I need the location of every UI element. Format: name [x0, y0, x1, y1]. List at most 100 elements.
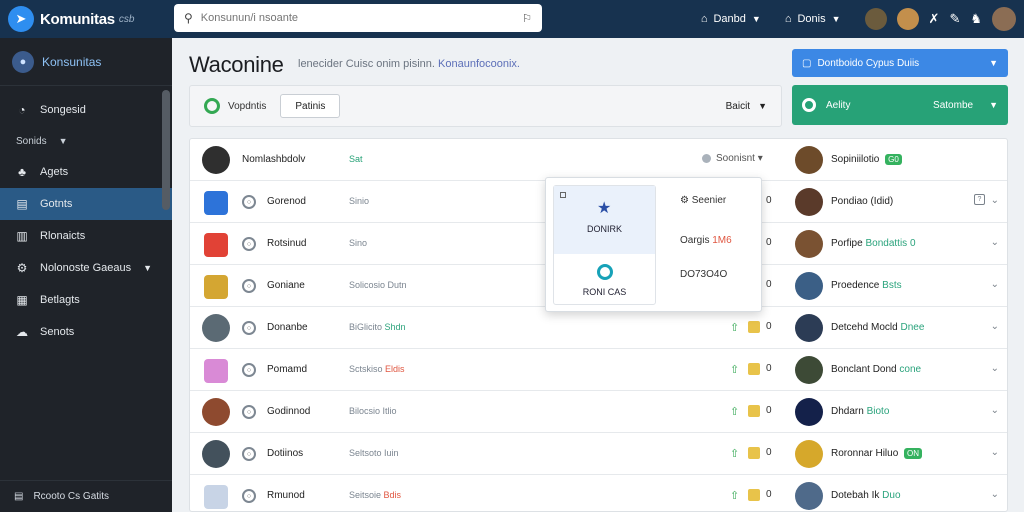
sidebar-item-songesid[interactable]: ◔ Songesid	[0, 94, 172, 126]
sidebar-item-betlagts[interactable]: ▦ Betlagts	[0, 284, 172, 316]
sort-dropdown[interactable]: Soonisnt ▾	[702, 153, 763, 164]
circle-icon: ○	[242, 321, 256, 335]
pin-icon[interactable]: ⚐	[522, 12, 532, 25]
row-name: Gorenod	[267, 196, 306, 207]
avatar	[795, 440, 823, 468]
row-status: Sinio	[349, 196, 369, 206]
sidebar-item-nolonoste[interactable]: ⚙ Nolonoste Gaeaus ▼	[0, 252, 172, 284]
caret-down-icon: ▼	[758, 101, 767, 111]
topnav-donis[interactable]: ⌂ Donis ▼	[785, 13, 841, 25]
search-input[interactable]	[200, 12, 523, 24]
table-icon: ▤	[14, 491, 24, 502]
row-owner-tag: Dnee	[900, 322, 925, 333]
status-ring-icon	[204, 98, 220, 114]
filter-button[interactable]: Patinis	[280, 94, 341, 118]
chevron-down-icon[interactable]: ⌄	[991, 237, 999, 248]
circle-icon: ○	[242, 405, 256, 419]
filter-dropdown[interactable]: Baicit ▼	[726, 101, 767, 112]
table-row[interactable]: ○ Dotiinos Seltsoto Iuin ⇧ 0 Roronnar Hiluo O…	[190, 433, 1007, 475]
sidebar-item-gotnts[interactable]: ▤ Gotnts	[0, 188, 172, 220]
popover-card[interactable]: ★ DONIRK RONI CAS	[553, 185, 656, 305]
table-row[interactable]: ○ Godinnod Bilocsio Itlio ⇧ 0 Dhdarn Bioto ⌄	[190, 391, 1007, 433]
row-owner: Pondiao (Idid)	[831, 196, 893, 207]
topnav-dashboard[interactable]: ⌂ Danbd ▼	[701, 13, 761, 25]
badge-icon	[748, 363, 760, 375]
caret-down-icon: ▼	[751, 14, 761, 24]
sidebar-item-label: Nolonoste Gaeaus	[40, 262, 132, 274]
table-row[interactable]: ○ Pomamd Sctskiso Eldis ⇧ 0 Bonclant Dond con…	[190, 349, 1007, 391]
row-owner: Dhdarn Bioto	[831, 406, 889, 417]
row-status-value: Itlio	[382, 406, 397, 416]
row-status: Bilocsio Itlio	[349, 406, 397, 416]
table-row[interactable]: ○ Rmunod Seitsoie Bdis ⇧ 0 Dotebah Ik Duo ⌄	[190, 475, 1007, 511]
avatar	[795, 356, 823, 384]
app-icon	[204, 191, 228, 215]
popover-option[interactable]: DO73O4O	[680, 269, 727, 280]
popover-card-top[interactable]: ★ DONIRK	[554, 186, 655, 254]
avatar	[795, 314, 823, 342]
user-avatar[interactable]	[992, 7, 1016, 31]
popover-menu: ★ DONIRK RONI CAS ⚙ Seenier Oargis 1M6 D…	[545, 177, 762, 312]
popover-option-label: Seenier	[691, 195, 727, 206]
sidebar-section-header[interactable]: Sonids ▼	[0, 126, 172, 156]
row-owner-name: Pondiao (Idid)	[831, 196, 894, 207]
row-tag: ON	[904, 448, 923, 459]
circle-icon: ○	[242, 237, 256, 251]
sidebar-brand[interactable]: ● Konsunitas	[0, 38, 172, 86]
tools-icon[interactable]: ✗	[929, 11, 940, 27]
chevron-down-icon[interactable]: ⌄	[991, 447, 999, 458]
activity-button[interactable]: Aelity Satombe ▼	[792, 85, 1008, 125]
bell-icon[interactable]: ♞	[970, 11, 982, 27]
chevron-down-icon[interactable]: ⌄	[991, 279, 999, 290]
avatar	[202, 440, 230, 468]
sidebar-footer[interactable]: ▤ Rcooto Cs Gatits	[0, 480, 172, 512]
row-status-text: Sino	[349, 238, 368, 248]
sidebar-scrollbar[interactable]	[162, 90, 170, 210]
row-owner: Detcehd Mocld Dnee	[831, 322, 924, 333]
avatar	[795, 188, 823, 216]
sort-label: Soonisnt	[716, 153, 755, 164]
arrow-up-icon: ⇧	[730, 406, 740, 418]
row-status-value: Bdis	[383, 490, 402, 500]
row-owner-tag: Duo	[882, 490, 901, 501]
avatar[interactable]	[864, 8, 887, 30]
chevron-down-icon[interactable]: ⌄	[991, 405, 999, 416]
sidebar-item-agets[interactable]: ♣ Agets	[0, 156, 172, 188]
chevron-down-icon[interactable]: ⌄	[991, 363, 999, 374]
community-icon: ●	[12, 50, 34, 73]
book-icon: ▥	[16, 229, 28, 243]
avatar[interactable]	[896, 8, 919, 30]
sidebar-item-rlonaicts[interactable]: ▥ Rlonaicts	[0, 220, 172, 252]
button-label: Satombe	[933, 99, 974, 111]
bubble-icon: ☁	[16, 325, 28, 339]
avatar	[795, 482, 823, 510]
arrow-up-icon: ⇧	[730, 322, 740, 334]
pen-icon[interactable]: ✎	[949, 11, 960, 27]
ring-icon	[597, 264, 613, 280]
dashboard-menu-button[interactable]: ▢ Dontboido Cypus Duiis ▼	[792, 49, 1008, 77]
circle-icon: ○	[242, 489, 256, 503]
row-status-text: Bilocsio	[349, 406, 381, 416]
chevron-down-icon[interactable]: ⌄	[991, 195, 999, 206]
sidebar-item-label: Rlonaicts	[40, 230, 86, 242]
app-icon	[204, 233, 228, 257]
list-header-row[interactable]: Nomlashbdolv Sat Soonisnt ▾ Sopiniilotio…	[190, 139, 1007, 181]
chevron-down-icon[interactable]: ⌄	[991, 321, 999, 332]
app-logo[interactable]: ➤ Komunitas csb	[0, 6, 172, 32]
subtitle-link[interactable]: Konaunfocoonix.	[438, 58, 520, 70]
table-row[interactable]: ○ Donanbe BiGlicito Shdn ⇧ 0 Detcehd Mocld Dn…	[190, 307, 1007, 349]
row-count: 0	[766, 405, 772, 416]
chevron-down-icon[interactable]: ⌄	[991, 489, 999, 500]
arrow-up-icon: ⇧	[730, 490, 740, 502]
popover-option[interactable]: ⚙ Seenier	[680, 195, 726, 206]
row-name: Rotsinud	[267, 238, 307, 249]
checkbox-icon[interactable]: ?	[974, 194, 985, 205]
row-name: Rmunod	[267, 490, 305, 501]
app-icon	[204, 485, 228, 509]
button-label: Aelity	[826, 99, 851, 111]
popover-option[interactable]: Oargis 1M6	[680, 235, 732, 246]
search-bar[interactable]: ⚲ ⚐	[174, 4, 542, 32]
badge-icon	[748, 321, 760, 333]
arrow-up-icon: ⇧	[730, 364, 740, 376]
sidebar-item-senots[interactable]: ☁ Senots	[0, 316, 172, 348]
